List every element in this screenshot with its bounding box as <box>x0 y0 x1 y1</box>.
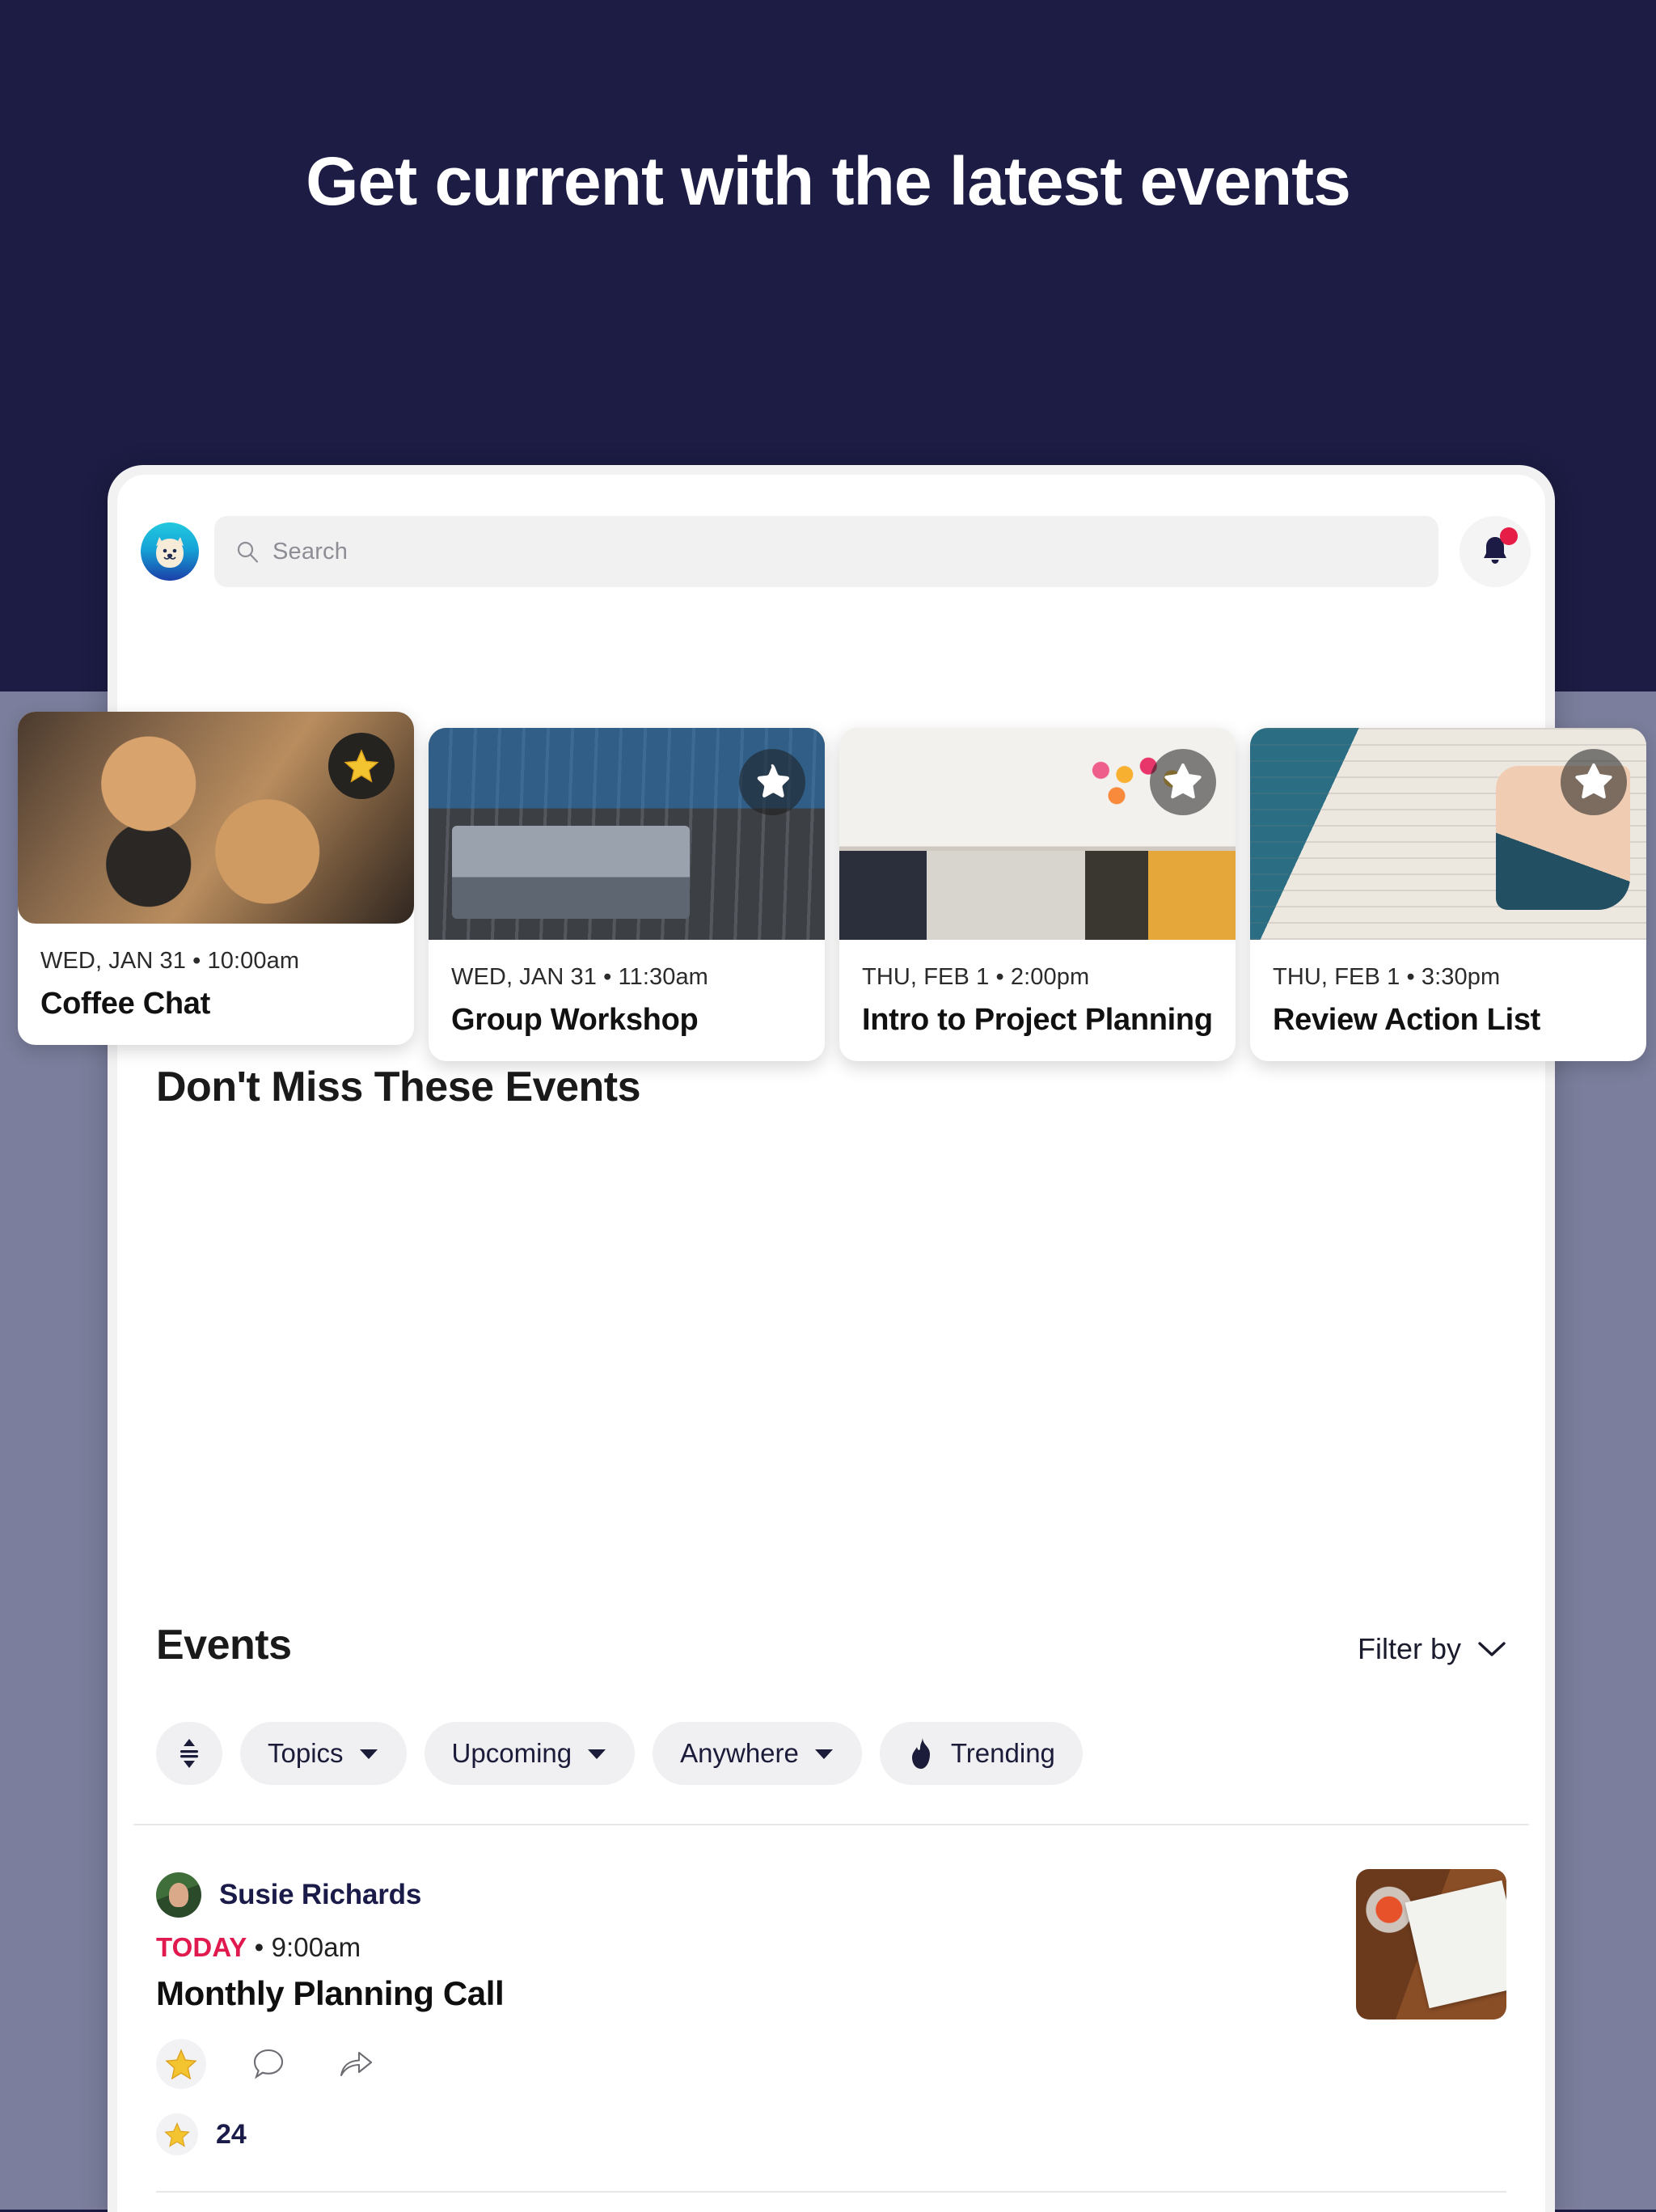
featured-card-image <box>18 712 414 924</box>
star-white-icon <box>1575 763 1612 799</box>
star-count-row: 24 <box>156 2113 1506 2155</box>
favorite-badge[interactable] <box>328 733 395 799</box>
author-name: Susie Richards <box>219 1879 422 1910</box>
chip-trending[interactable]: Trending <box>879 1722 1083 1785</box>
events-feed: Susie Richards TODAY • 9:00am Monthly Pl… <box>117 1833 1545 2212</box>
event-time-value: • 9:00am <box>254 1932 361 1962</box>
star-button[interactable] <box>156 2039 206 2089</box>
caret-down-icon <box>588 1749 606 1759</box>
star-filled-icon <box>164 2121 190 2147</box>
featured-card-title: Intro to Project Planning <box>862 1003 1213 1037</box>
events-heading: Events <box>156 1622 292 1669</box>
chips-divider <box>133 1824 1529 1825</box>
featured-carousel[interactable]: WED, JAN 31 • 10:00am Coffee Chat WED, J… <box>0 712 1656 1100</box>
star-filled-icon <box>344 749 379 783</box>
otter-avatar-icon <box>156 537 184 569</box>
favorite-badge[interactable] <box>739 749 805 815</box>
avatar[interactable] <box>156 1872 201 1918</box>
featured-card[interactable]: WED, JAN 31 • 10:00am Coffee Chat <box>18 712 414 1045</box>
notification-dot <box>1500 527 1518 545</box>
list-item[interactable]: Audre Jaramillo TODAY • 10:00am Communit… <box>117 2193 1545 2212</box>
today-badge: TODAY <box>156 1932 247 1962</box>
comment-icon <box>253 2049 284 2079</box>
filter-by-button[interactable]: Filter by <box>1358 1632 1506 1666</box>
author-row: Susie Richards <box>156 1872 1506 1918</box>
notifications-button[interactable] <box>1460 516 1531 587</box>
featured-card-date: THU, FEB 1 • 2:00pm <box>862 964 1090 990</box>
event-time: TODAY • 9:00am <box>156 1932 1506 1963</box>
star-count-icon-wrap <box>156 2113 198 2155</box>
featured-card[interactable]: WED, JAN 31 • 11:30am Group Workshop <box>429 728 825 1061</box>
caret-down-icon <box>814 1749 833 1759</box>
featured-card-date: THU, FEB 1 • 3:30pm <box>1273 964 1501 990</box>
filter-by-label: Filter by <box>1357 1632 1461 1665</box>
chip-upcoming[interactable]: Upcoming <box>424 1722 636 1785</box>
star-white-icon <box>1164 763 1202 799</box>
event-thumbnail[interactable] <box>1356 1869 1506 2020</box>
favorite-badge[interactable] <box>1561 749 1627 815</box>
chip-topics[interactable]: Topics <box>240 1722 407 1785</box>
featured-card-date: WED, JAN 31 • 11:30am <box>451 964 708 990</box>
search-bar[interactable]: Search <box>214 516 1438 587</box>
user-avatar[interactable] <box>141 522 199 581</box>
chip-anywhere[interactable]: Anywhere <box>653 1722 862 1785</box>
featured-card-image <box>1250 728 1646 940</box>
featured-card-title: Review Action List <box>1273 1003 1541 1037</box>
chip-upcoming-label: Upcoming <box>451 1738 572 1768</box>
star-filled-icon <box>165 2049 197 2079</box>
sort-icon <box>180 1739 198 1768</box>
featured-card-title: Coffee Chat <box>40 987 210 1021</box>
featured-card-image <box>839 728 1236 940</box>
filter-chips: Topics Upcoming Anywhere Trending <box>156 1722 1083 1785</box>
chip-topics-label: Topics <box>268 1738 344 1768</box>
share-button[interactable] <box>331 2039 381 2089</box>
star-count: 24 <box>216 2118 247 2150</box>
featured-card[interactable]: THU, FEB 1 • 3:30pm Review Action List <box>1250 728 1646 1061</box>
action-row <box>156 2039 1506 2089</box>
chip-trending-label: Trending <box>950 1738 1055 1768</box>
share-icon <box>340 2051 373 2077</box>
chevron-down-icon <box>1478 1642 1506 1656</box>
flame-icon <box>911 1737 930 1769</box>
featured-card-title: Group Workshop <box>451 1003 699 1037</box>
featured-card-image <box>429 728 825 940</box>
events-header: Events Filter by <box>117 1603 1545 1708</box>
star-white-icon <box>757 764 790 797</box>
event-title: Monthly Planning Call <box>156 1974 505 2012</box>
favorite-badge[interactable] <box>1150 749 1216 815</box>
caret-down-icon <box>359 1749 378 1759</box>
chip-sort[interactable] <box>156 1722 222 1785</box>
search-input[interactable]: Search <box>272 539 348 565</box>
page-title: Get current with the latest events <box>306 143 1351 219</box>
chip-anywhere-label: Anywhere <box>680 1738 799 1768</box>
featured-card-date: WED, JAN 31 • 10:00am <box>40 948 300 974</box>
featured-card[interactable]: THU, FEB 1 • 2:00pm Intro to Project Pla… <box>839 728 1236 1061</box>
search-icon <box>237 541 259 563</box>
list-item[interactable]: Susie Richards TODAY • 9:00am Monthly Pl… <box>117 1833 1545 2193</box>
comment-button[interactable] <box>243 2039 294 2089</box>
top-bar: Search <box>117 509 1545 598</box>
